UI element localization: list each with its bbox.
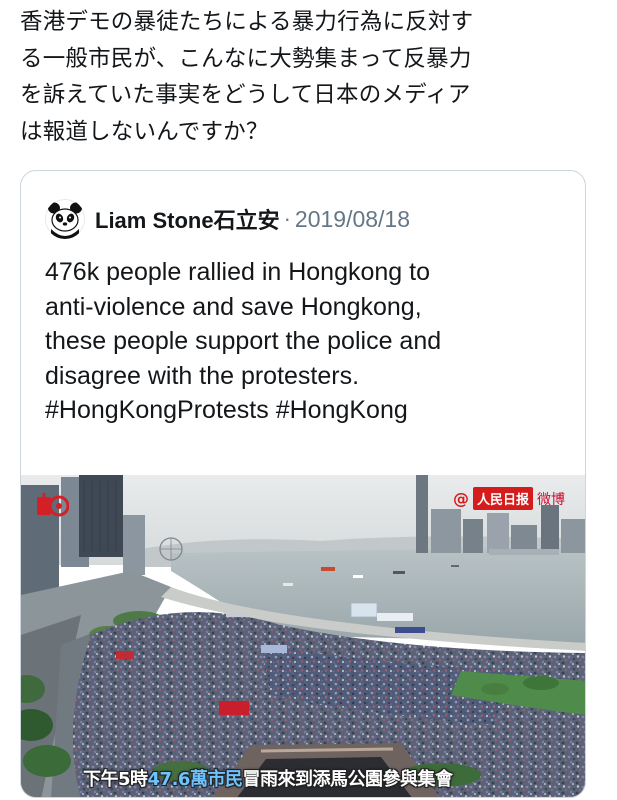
quoted-tweet-header: Liam Stone石立安 · 2019/08/18 (45, 199, 410, 239)
quoted-tweet-text: 476k people rallied in Hongkong to anti-… (45, 258, 442, 424)
quoted-tweet-card[interactable]: Liam Stone石立安 · 2019/08/18 476k people r… (20, 170, 586, 798)
watermark-platform: 微博 (537, 491, 565, 508)
station-logo-icon (35, 487, 69, 521)
quoted-tweet-photo[interactable]: @ 人民日报 微博 下午5時47.6萬市民冒雨來到添馬公園參與集會 (21, 475, 585, 797)
watermark-at: @ (452, 489, 469, 508)
media-watermark: @ 人民日报 微博 (453, 487, 565, 510)
panda-avatar-icon[interactable] (45, 199, 85, 239)
dot-separator: · (283, 206, 291, 231)
caption-prefix: 下午5時 (83, 769, 148, 790)
rally-photo-scene (21, 475, 585, 797)
tweet-text: 香港デモの暴徒たちによる暴力行為に反対す る一般市民が、こんなに大勢集まって反暴… (20, 9, 474, 145)
caption-suffix: 冒雨來到添馬公園參與集會 (242, 769, 453, 790)
photo-caption: 下午5時47.6萬市民冒雨來到添馬公園參與集會 (83, 765, 453, 791)
quoted-author-name[interactable]: Liam Stone石立安 (95, 203, 280, 235)
quoted-post-date[interactable]: 2019/08/18 (295, 206, 410, 233)
caption-highlight: 47.6萬市民 (147, 769, 243, 790)
watermark-brand: 人民日报 (472, 487, 533, 510)
